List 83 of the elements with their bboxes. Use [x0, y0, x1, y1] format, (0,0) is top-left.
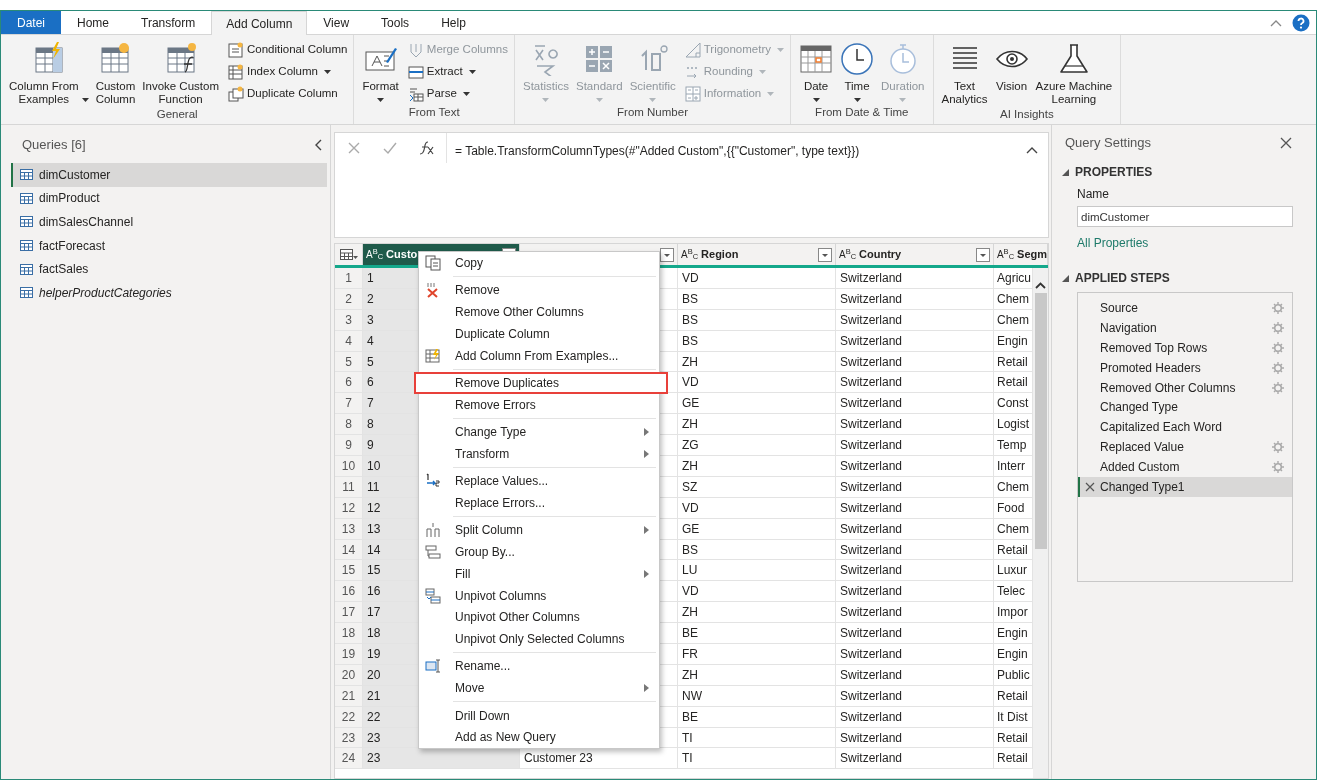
table-cell: ZH [678, 456, 836, 476]
table-cell: NW [678, 685, 836, 706]
row-number: 17 [335, 602, 363, 623]
group-label: From Number [616, 104, 689, 120]
field-label: Name [1077, 186, 1110, 203]
row-number: 11 [335, 476, 363, 497]
table-cell: VD [678, 372, 836, 393]
table-cell: FR [678, 644, 836, 664]
pane-title: Queries [6] [22, 136, 86, 155]
row-number: 18 [335, 623, 363, 644]
table-cell: Switzerland [836, 351, 994, 372]
row-number: 19 [335, 644, 363, 664]
table-cell: GE [678, 518, 836, 539]
row-number: 4 [335, 330, 363, 351]
table-cell: Switzerland [836, 268, 994, 288]
row-number: 21 [335, 685, 363, 706]
table-cell: VD [678, 497, 836, 518]
table-cell: ZG [678, 435, 836, 455]
table-cell: Switzerland [836, 309, 994, 330]
table-cell: TI [678, 748, 836, 769]
table-cell: GE [678, 393, 836, 414]
table-cell: Switzerland [836, 685, 994, 706]
table-cell: BS [678, 539, 836, 560]
table-cell: VD [678, 268, 836, 288]
table-cell: Switzerland [836, 393, 994, 414]
table-cell: Switzerland [836, 518, 994, 539]
table-cell: Switzerland [836, 727, 994, 748]
table-cell: Switzerland [836, 372, 994, 393]
table-cell: Switzerland [836, 435, 994, 455]
table-cell: BS [678, 288, 836, 309]
table-cell: BS [678, 330, 836, 351]
row-number: 3 [335, 309, 363, 330]
row-number: 12 [335, 497, 363, 518]
table-cell: 23 [363, 748, 520, 769]
row-number: 6 [335, 372, 363, 393]
table-cell: Switzerland [836, 539, 994, 560]
group-label: From Text [407, 104, 461, 120]
row-number: 24 [335, 748, 363, 769]
table-cell: ZH [678, 664, 836, 685]
row-number: 22 [335, 706, 363, 727]
table-cell: SZ [678, 476, 836, 497]
table-cell: Switzerland [836, 581, 994, 602]
table-cell: Switzerland [836, 497, 994, 518]
row-number: 9 [335, 435, 363, 455]
table-cell: BE [678, 623, 836, 644]
row-number: 16 [335, 581, 363, 602]
table-cell: Switzerland [836, 664, 994, 685]
table-cell: LU [678, 560, 836, 581]
section-heading: APPLIED STEPS [1075, 270, 1170, 287]
row-number: 14 [335, 539, 363, 560]
row-number: 1 [335, 268, 363, 288]
section-heading: PROPERTIES [1075, 164, 1153, 181]
table-cell: Switzerland [836, 560, 994, 581]
table-cell: ZH [678, 414, 836, 435]
row-number: 23 [335, 727, 363, 748]
table-cell: Switzerland [836, 602, 994, 623]
row-number: 13 [335, 518, 363, 539]
table-cell: Switzerland [836, 476, 994, 497]
row-number: 2 [335, 288, 363, 309]
group-label: AI Insights [999, 107, 1055, 122]
row-number: 20 [335, 664, 363, 685]
table-cell: Switzerland [836, 644, 994, 664]
table-cell: BS [678, 309, 836, 330]
table-cell: BE [678, 706, 836, 727]
table-cell: Switzerland [836, 748, 994, 769]
table-cell: TI [678, 727, 836, 748]
table-cell: Switzerland [836, 706, 994, 727]
table-cell: Switzerland [836, 414, 994, 435]
group-label: From Date & Time [814, 104, 910, 120]
table-cell: VD [678, 581, 836, 602]
table-cell: ZH [678, 351, 836, 372]
table-cell: Switzerland [836, 623, 994, 644]
row-number: 5 [335, 351, 363, 372]
table-cell: Switzerland [836, 456, 994, 476]
row-number: 7 [335, 393, 363, 414]
row-number: 10 [335, 456, 363, 476]
row-number: 15 [335, 560, 363, 581]
group-label: General [155, 107, 199, 122]
pane-title: Query Settings [1065, 134, 1151, 153]
table-cell: ZH [678, 602, 836, 623]
table-cell: Switzerland [836, 330, 994, 351]
table-cell: Switzerland [836, 288, 994, 309]
row-number: 8 [335, 414, 363, 435]
